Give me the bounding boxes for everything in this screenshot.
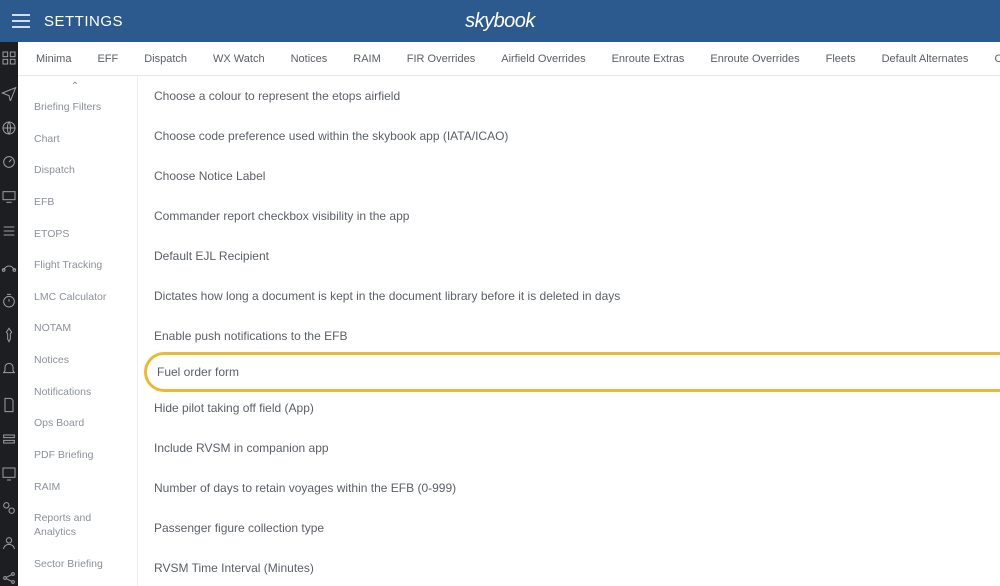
setting-label: Fuel order form (157, 365, 1000, 379)
rail-timer-icon[interactable] (0, 292, 18, 309)
rail-globe-icon[interactable] (0, 119, 18, 136)
subnav-notifications[interactable]: Notifications (30, 377, 137, 409)
rail-list-icon[interactable] (0, 223, 18, 240)
tab-def-alt[interactable]: Default Alternates (880, 43, 971, 75)
tab-wxwatch[interactable]: WX Watch (211, 43, 267, 75)
setting-label: Commander report checkbox visibility in … (154, 209, 1000, 223)
tab-eff[interactable]: EFF (95, 43, 120, 75)
setting-label: Choose a colour to represent the etops a… (154, 89, 1000, 103)
rail-gears-icon[interactable] (0, 500, 18, 517)
setting-label: Passenger figure collection type (154, 521, 1000, 535)
tab-fleets[interactable]: Fleets (824, 43, 858, 75)
rail-desktop-icon[interactable] (0, 466, 18, 483)
rail-pin-icon[interactable] (0, 327, 18, 344)
setting-label: Dictates how long a document is kept in … (154, 289, 1000, 303)
nav-rail (0, 42, 18, 586)
rail-monitor-icon[interactable] (0, 189, 18, 206)
subnav-pdfbriefing[interactable]: PDF Briefing (30, 440, 137, 472)
settings-panel: Choose a colour to represent the etops a… (138, 76, 1000, 586)
tab-chart-def[interactable]: Chart Defaults (992, 43, 1000, 75)
settings-subnav: ⌃ Briefing Filters Chart Dispatch EFB ET… (18, 76, 138, 586)
settings-toggle-icon[interactable] (12, 14, 30, 28)
page-title: SETTINGS (44, 13, 123, 30)
setting-label: Choose code preference used within the s… (154, 129, 1000, 143)
chevron-up-icon[interactable]: ⌃ (30, 82, 120, 92)
subnav-notices[interactable]: Notices (30, 345, 137, 377)
setting-label: Hide pilot taking off field (App) (154, 401, 1000, 415)
subnav-sector[interactable]: Sector Briefing (30, 549, 137, 581)
rail-stack-icon[interactable] (0, 431, 18, 448)
subnav-dispatch[interactable]: Dispatch (30, 155, 137, 187)
tab-raim[interactable]: RAIM (351, 43, 383, 75)
top-bar: SETTINGS skybook (0, 0, 1000, 42)
tab-minima[interactable]: Minima (34, 43, 73, 75)
subnav-lmc[interactable]: LMC Calculator (30, 282, 137, 314)
brand-logo: skybook (465, 10, 535, 33)
rail-user-icon[interactable] (0, 535, 18, 552)
tab-bar: Minima EFF Dispatch WX Watch Notices RAI… (18, 42, 1000, 76)
rail-plane-icon[interactable] (0, 85, 18, 102)
rail-route-icon[interactable] (0, 258, 18, 275)
setting-label: RVSM Time Interval (Minutes) (154, 561, 1000, 575)
subnav-flight-tracking[interactable]: Flight Tracking (30, 250, 137, 282)
setting-label: Default EJL Recipient (154, 249, 1000, 263)
tab-enroute-ovr[interactable]: Enroute Overrides (708, 43, 801, 75)
rail-share-icon[interactable] (0, 569, 18, 586)
tab-notices[interactable]: Notices (289, 43, 330, 75)
subnav-skybookapp[interactable]: skybook App (30, 580, 137, 586)
fuel-order-highlight: Fuel order form ADVANCED i (144, 352, 1000, 392)
tab-airfield[interactable]: Airfield Overrides (499, 43, 587, 75)
subnav-etops[interactable]: ETOPS (30, 219, 137, 251)
subnav-efb[interactable]: EFB (30, 187, 137, 219)
setting-label: Choose Notice Label (154, 169, 1000, 183)
rail-gauge-icon[interactable] (0, 154, 18, 171)
subnav-reports[interactable]: Reports and Analytics (30, 503, 137, 548)
setting-label: Number of days to retain voyages within … (154, 481, 1000, 495)
subnav-raim[interactable]: RAIM (30, 472, 137, 504)
subnav-opsboard[interactable]: Ops Board (30, 408, 137, 440)
rail-grid-icon[interactable] (0, 50, 18, 67)
setting-label: Enable push notifications to the EFB (154, 329, 1000, 343)
tab-fir[interactable]: FIR Overrides (405, 43, 477, 75)
tab-dispatch[interactable]: Dispatch (142, 43, 189, 75)
rail-doc-icon[interactable] (0, 396, 18, 413)
subnav-notam[interactable]: NOTAM (30, 313, 137, 345)
subnav-briefing-filters[interactable]: Briefing Filters (30, 92, 137, 124)
tab-enroute-extras[interactable]: Enroute Extras (610, 43, 687, 75)
setting-label: Include RVSM in companion app (154, 441, 1000, 455)
subnav-chart[interactable]: Chart (30, 124, 137, 156)
rail-bell-icon[interactable] (0, 362, 18, 379)
